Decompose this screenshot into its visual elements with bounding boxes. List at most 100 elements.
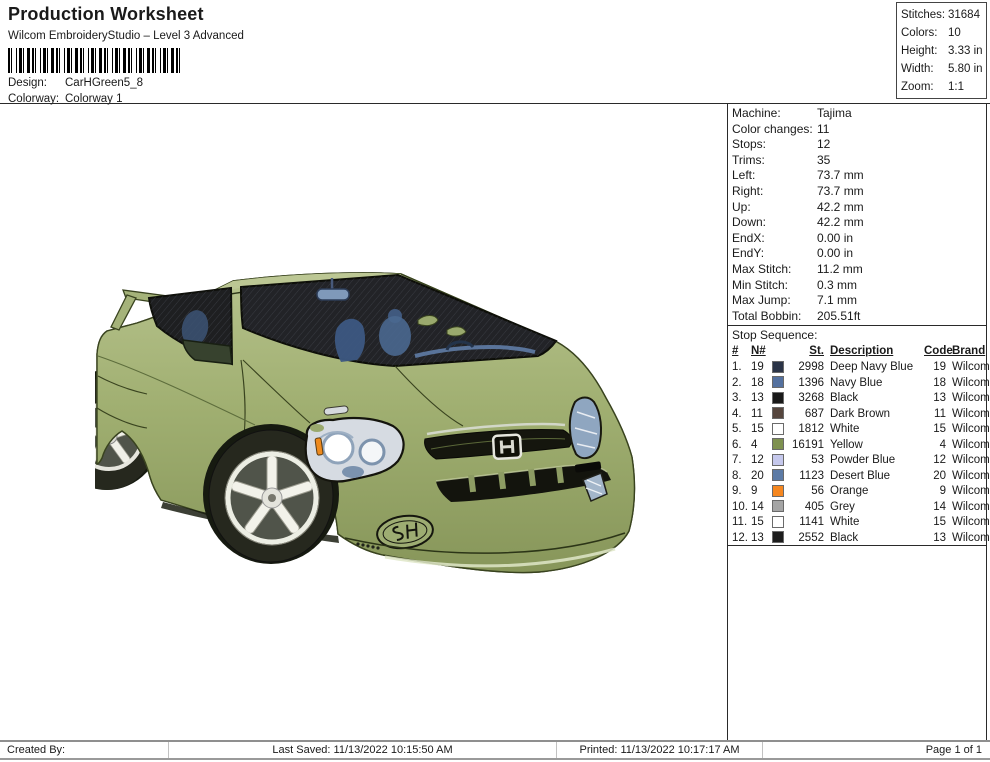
thread-brand: Wilcom [946,453,990,469]
machine-info-value: 205.51ft [817,309,860,325]
honda-logo [493,435,521,459]
machine-info-label: Machine: [732,106,817,122]
stop-table-row: 11. 15 1141 White 15 Wilcom [732,515,984,531]
design-preview-car [95,268,645,578]
stop-needle-number: 15 [751,422,772,438]
design-label: Design: [8,77,65,89]
stop-stitch-count: 2998 [788,360,824,376]
worksheet-header: Production Worksheet Wilcom EmbroiderySt… [8,4,244,105]
stop-seq-number: 8. [732,469,751,485]
driver-seat [335,319,365,362]
machine-info-row: Stops: 12 [732,137,982,153]
thread-description: Desert Blue [824,469,924,485]
stats-label: Colors: [901,24,948,42]
stop-table-row: 10. 14 405 Grey 14 Wilcom [732,500,984,516]
machine-info-value: 0.00 in [817,231,853,247]
worksheet-footer: Created By: Last Saved: 11/13/2022 10:15… [0,740,990,760]
machine-info-row: Left: 73.7 mm [732,168,982,184]
stats-value: 3.33 in [948,42,983,60]
thread-brand: Wilcom [946,376,990,392]
stop-needle-number: 19 [751,360,772,376]
thread-code: 14 [924,500,946,516]
stop-needle-number: 9 [751,484,772,500]
machine-info-row: Max Stitch: 11.2 mm [732,262,982,278]
machine-info-label: Max Stitch: [732,262,817,278]
stop-seq-number: 7. [732,453,751,469]
machine-info-value: 12 [817,137,830,153]
stop-stitch-count: 1812 [788,422,824,438]
thread-brand: Wilcom [946,484,990,500]
thread-color-swatch [772,361,784,373]
machine-info-label: Up: [732,200,817,216]
stop-table-row: 1. 19 2998 Deep Navy Blue 19 Wilcom [732,360,984,376]
stop-seq-number: 4. [732,407,751,423]
stats-row: Stitches: 31684 [901,6,986,24]
machine-info-label: Max Jump: [732,293,817,309]
thread-code: 15 [924,422,946,438]
stop-seq-number: 2. [732,376,751,392]
thread-color-swatch [772,407,784,419]
machine-info-row: Down: 42.2 mm [732,215,982,231]
thread-description: Navy Blue [824,376,924,392]
rearview-mirror [317,289,349,300]
thread-description: Orange [824,484,924,500]
stats-label: Width: [901,60,948,78]
stop-swatch-cell [772,407,788,423]
design-barcode [8,48,182,73]
last-saved-cell: Last Saved: 11/13/2022 10:15:50 AM [169,742,557,758]
machine-info-value: 0.3 mm [817,278,857,294]
machine-info-row: EndX: 0.00 in [732,231,982,247]
stats-row: Colors: 10 [901,24,986,42]
stop-needle-number: 15 [751,515,772,531]
stop-swatch-cell [772,360,788,376]
stop-seq-number: 3. [732,391,751,407]
thread-code: 12 [924,453,946,469]
stats-row: Zoom: 1:1 [901,78,986,96]
stop-stitch-count: 405 [788,500,824,516]
thread-brand: Wilcom [946,422,990,438]
machine-info-value: 73.7 mm [817,168,864,184]
stop-table-row: 2. 18 1396 Navy Blue 18 Wilcom [732,376,984,392]
col-header-brand: Brand [946,344,990,360]
machine-info-label: Left: [732,168,817,184]
machine-info-row: Min Stitch: 0.3 mm [732,278,982,294]
stop-stitch-count: 3268 [788,391,824,407]
stop-table-row: 4. 11 687 Dark Brown 11 Wilcom [732,407,984,423]
stop-stitch-count: 2552 [788,531,824,547]
stop-table-row: 7. 12 53 Powder Blue 12 Wilcom [732,453,984,469]
col-header-needle: N# [751,344,772,360]
stop-sequence-divider [727,325,986,326]
stats-value: 31684 [948,6,980,24]
stop-swatch-cell [772,531,788,547]
stop-stitch-count: 1396 [788,376,824,392]
thread-code: 19 [924,360,946,376]
thread-color-swatch [772,423,784,435]
stop-seq-number: 10. [732,500,751,516]
stats-row: Width: 5.80 in [901,60,986,78]
design-stats-box: Stitches: 31684 Colors: 10 Height: 3.33 … [896,2,987,99]
stop-table-row: 5. 15 1812 White 15 Wilcom [732,422,984,438]
thread-description: Grey [824,500,924,516]
production-worksheet-page: Production Worksheet Wilcom EmbroiderySt… [0,0,990,762]
stop-needle-number: 4 [751,438,772,454]
stats-label: Stitches: [901,6,948,24]
machine-info-value: 0.00 in [817,246,853,262]
design-value: CarHGreen5_8 [65,77,143,89]
col-header-description: Description [824,344,924,360]
stop-stitch-count: 1123 [788,469,824,485]
printed-cell: Printed: 11/13/2022 10:17:17 AM [557,742,763,758]
thread-brand: Wilcom [946,438,990,454]
thread-description: Deep Navy Blue [824,360,924,376]
panel-left-border [727,104,728,740]
design-preview [95,268,645,578]
col-header-seq: # [732,344,751,360]
stop-table-rows: 1. 19 2998 Deep Navy Blue 19 Wilcom 2. 1… [732,360,984,546]
machine-info-label: Stops: [732,137,817,153]
stop-seq-number: 12. [732,531,751,547]
thread-code: 13 [924,531,946,547]
stop-seq-number: 5. [732,422,751,438]
stop-seq-number: 6. [732,438,751,454]
thread-description: Black [824,391,924,407]
stop-swatch-cell [772,484,788,500]
machine-info-value: 11.2 mm [817,262,863,278]
